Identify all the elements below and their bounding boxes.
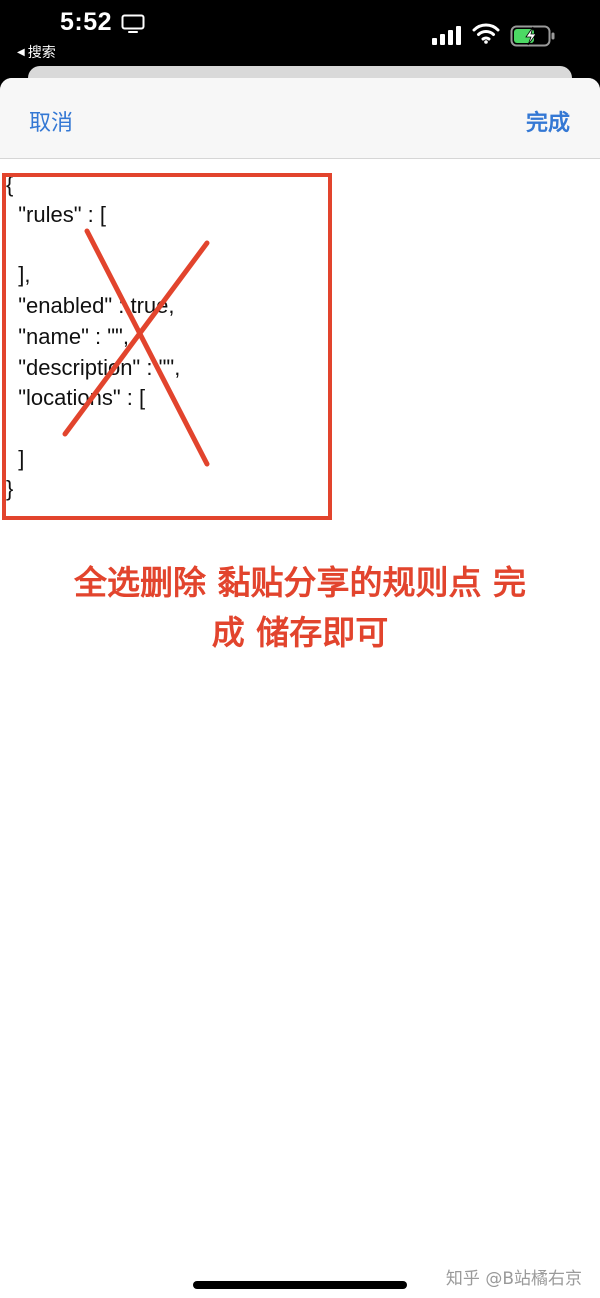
edit-sheet: 取消 完成 { "rules" : [ ], "enabled" : true,… [0,78,600,1298]
signal-icon [432,26,461,45]
back-to-search-link[interactable]: ◀ 搜索 [17,42,56,62]
wifi-icon [472,23,500,44]
status-bar: 5:52 ◀ 搜索 [0,0,600,66]
annotation-cross-mark [62,228,210,467]
home-indicator [193,1281,407,1289]
watermark: 知乎 @B站橘右京 [445,1269,582,1289]
tv-icon [121,14,145,33]
status-time: 5:52 [60,8,113,36]
back-link-label: 搜索 [27,45,56,61]
annotation-instruction: 全选删除 黏贴分享的规则点 完 成 储存即可 [10,558,590,658]
instruction-line: 成 储存即可 [211,613,389,652]
battery-charging-icon [510,25,555,47]
instruction-line: 全选删除 黏贴分享的规则点 完 [74,563,526,602]
back-arrow-icon: ◀ [17,46,25,58]
